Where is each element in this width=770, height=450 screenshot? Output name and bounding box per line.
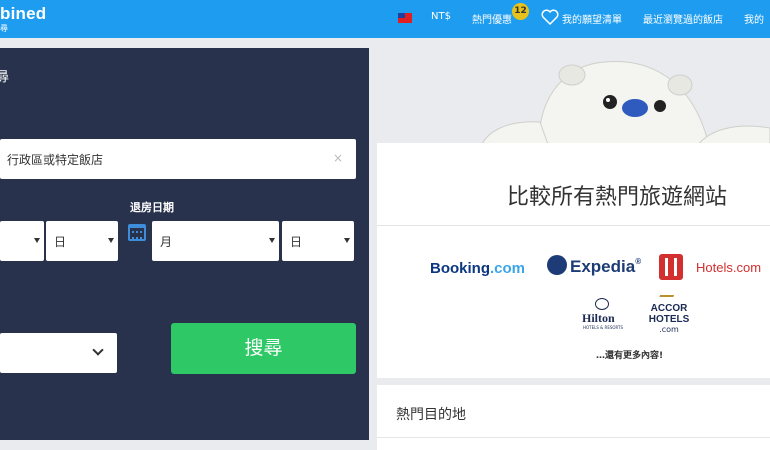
destination-input[interactable]: 行政區或特定飯店 × [0,139,356,179]
checkout-day-select[interactable]: 日 [282,221,354,261]
search-button[interactable]: 搜尋 [171,323,356,374]
currency-selector[interactable]: NT$ [431,11,451,22]
dropdown-arrow-icon [344,238,350,243]
popular-destinations-title: 熱門目的地 [396,407,466,423]
deals-count-badge: 12 [512,3,529,20]
account-link[interactable]: 我的 [744,11,764,26]
guests-select[interactable] [0,333,117,373]
dropdown-arrow-icon [108,238,114,243]
polar-bear-mascot [480,61,770,150]
top-bar: bined 尋 NT$ 熱門優惠 12 我的願望清單 最近瀏覽過的飯店 我的 [0,0,770,38]
heart-icon[interactable] [541,9,559,25]
taiwan-flag-icon[interactable] [398,13,412,23]
site-logo[interactable]: bined [0,4,46,24]
checkin-month-select[interactable] [0,221,44,261]
popular-destinations-card: 熱門目的地 [377,385,770,450]
search-panel: 尋 行政區或特定飯店 × 退房日期 日 月 日 搜尋 [0,48,369,440]
expedia-logo: Expedia® [570,257,641,277]
hilton-logo: Hilton [582,311,615,325]
hilton-mark-icon [595,298,609,310]
checkin-day-value: 日 [54,235,67,249]
dropdown-arrow-icon [269,238,275,243]
divider [377,225,770,226]
clear-icon[interactable]: × [333,151,343,165]
calendar-icon[interactable] [128,224,146,241]
accor-bird-icon [657,295,675,301]
expedia-plane-icon [547,255,567,275]
accor-hotels-suffix: .com [659,325,679,334]
checkout-date-label: 退房日期 [130,201,174,214]
expedia-logo-text: Expedia [570,257,636,276]
checkin-day-select[interactable]: 日 [46,221,118,261]
recently-viewed-link[interactable]: 最近瀏覽過的飯店 [643,11,723,26]
booking-logo-suffix: .com [490,260,526,277]
hotels-com-h-icon [659,254,683,280]
checkout-month-value: 月 [160,235,173,249]
panel-title: 尋 [0,70,10,85]
expedia-registered-mark: ® [635,257,642,266]
booking-logo-text: Booking [430,260,490,277]
hotels-com-logo: Hotels.com [696,260,762,275]
deals-link[interactable]: 熱門優惠 [472,11,512,26]
checkout-month-select[interactable]: 月 [152,221,279,261]
divider [377,437,770,438]
wishlist-link[interactable]: 我的願望清單 [562,11,622,26]
compare-sites-card: 比較所有熱門旅遊網站 Booking.com Expedia® Hotels.c… [377,143,770,378]
chevron-down-icon [92,344,104,356]
accor-hotels-logo: ACCOR HOTELS [648,303,690,325]
hilton-subtitle: HOTELS & RESORTS [583,325,624,330]
more-providers-text: …還有更多內容! [596,351,664,361]
booking-logo: Booking.com [430,260,525,277]
compare-title: 比較所有熱門旅遊網站 [507,185,728,210]
checkout-day-value: 日 [290,235,303,249]
dropdown-arrow-icon [34,238,40,243]
destination-input-value: 行政區或特定飯店 [7,153,104,167]
logo-subtitle: 尋 [0,24,8,33]
